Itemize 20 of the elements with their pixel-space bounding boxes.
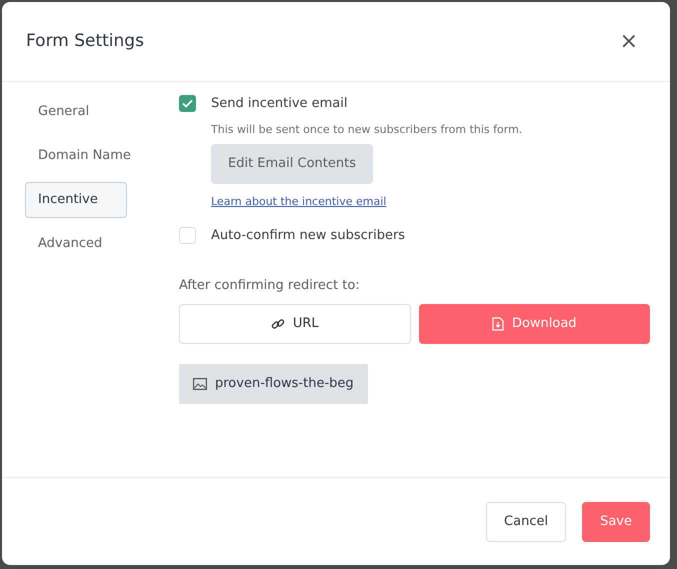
cancel-button[interactable]: Cancel <box>486 502 566 542</box>
sidebar-item[interactable]: Incentive <box>25 182 127 218</box>
redirect-option[interactable]: URL <box>179 304 410 344</box>
file-chip[interactable]: proven-flows-the-beg <box>179 364 368 404</box>
hint-text: This will be sent once to new subscribers from this form. <box>211 122 524 138</box>
sidebar-item[interactable]: Advanced <box>25 226 116 262</box>
checkbox[interactable] <box>179 95 196 112</box>
close-button[interactable]: × <box>616 30 642 52</box>
dialog-title: Form Settings <box>26 31 144 52</box>
checkbox-label: Send incentive email <box>211 95 348 113</box>
link-icon <box>270 316 285 330</box>
edit-email-button[interactable]: Edit Email Contents <box>211 144 373 184</box>
sidebar-item[interactable]: General <box>25 94 102 130</box>
checkbox-label: Auto-confirm new subscribers <box>211 226 406 244</box>
sidebar-item[interactable]: Domain Name <box>25 138 144 174</box>
help-link[interactable]: Learn about the incentive email <box>211 195 386 208</box>
check-icon <box>182 99 193 108</box>
image-icon <box>193 378 207 390</box>
file-download-icon <box>492 316 504 330</box>
redirect-label: After confirming redirect to: <box>179 277 361 295</box>
